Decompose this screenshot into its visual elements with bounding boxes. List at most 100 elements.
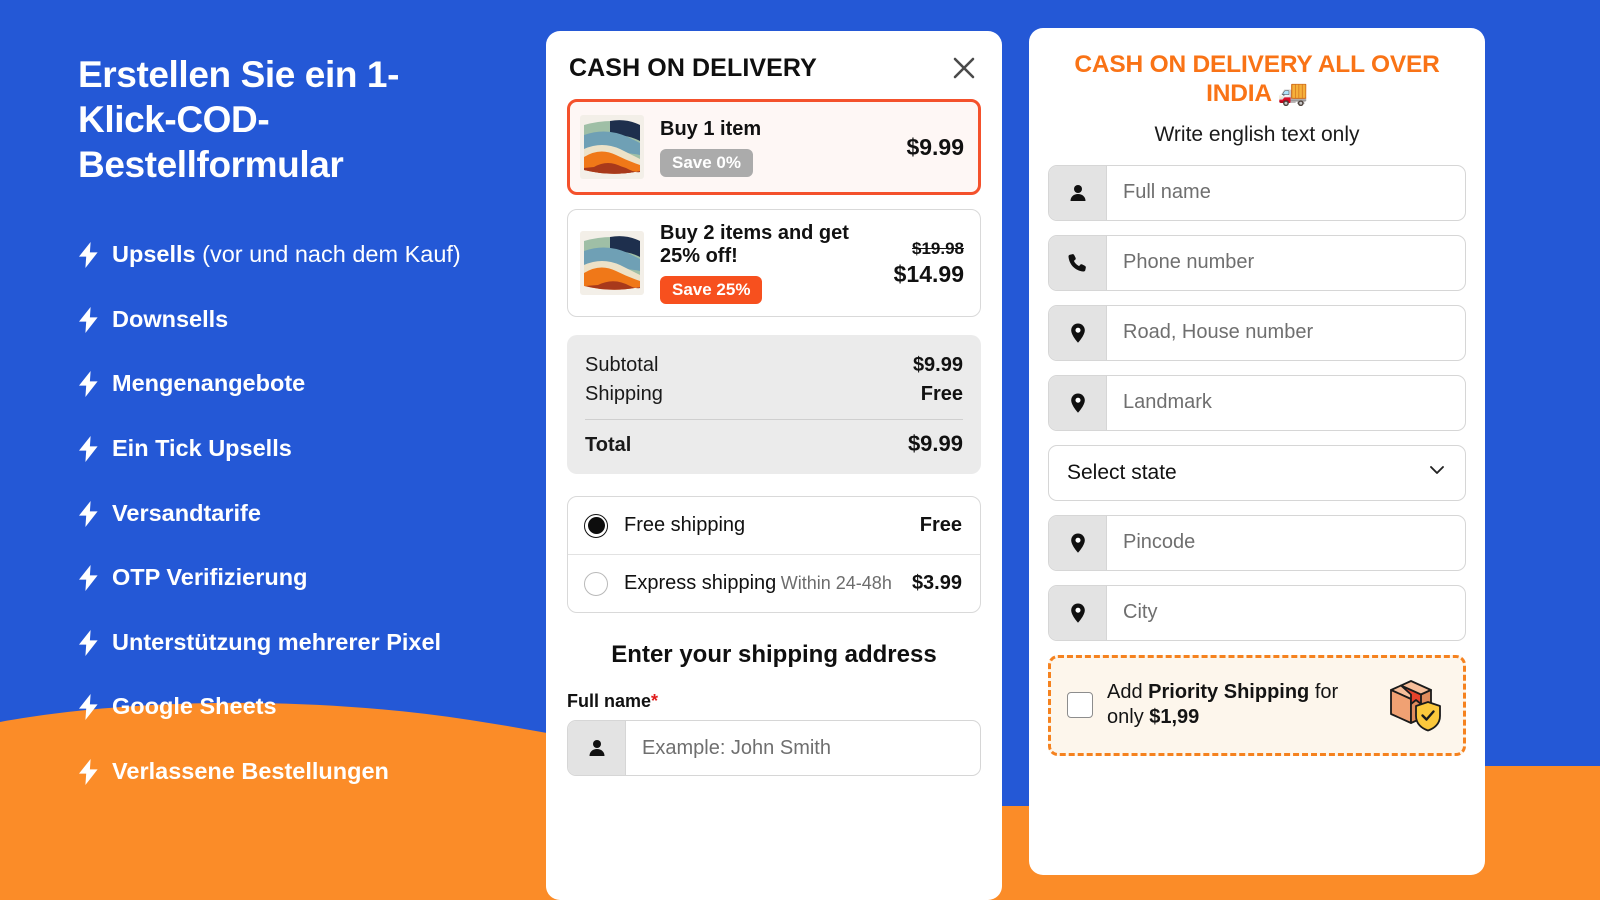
offer-price-block: $19.98 $14.99 [884,239,964,288]
feature-text: Versandtarife [112,498,261,529]
text-input[interactable] [1107,305,1465,360]
priority-price: $1,99 [1149,706,1200,729]
product-thumbnail [580,231,644,295]
checkout-title: CASH ON DELIVERY [569,53,817,82]
feature-item: OTP Verifizierung [78,562,490,599]
feature-item: Versandtarife [78,498,490,535]
india-card-subtitle: Write english text only [1154,122,1360,146]
bolt-icon [78,306,99,341]
feature-text: OTP Verifizierung [112,562,307,593]
chevron-down-icon [1427,460,1447,485]
feature-label: Downsells [112,305,229,332]
offer-option-1[interactable]: Buy 1 item Save 0% $9.99 [567,99,981,195]
fullname-input-group[interactable] [567,720,981,776]
feature-item: Verlassene Bestellungen [78,756,490,793]
india-field [1048,584,1466,641]
feature-text: Ein Tick Upsells [112,433,292,464]
feature-label: Mengenangebote [112,370,306,397]
fullname-label: Full name* [567,691,981,712]
text-input[interactable] [1107,515,1465,570]
input-group[interactable] [1048,584,1466,641]
state-select-value: Select state [1067,460,1177,484]
feature-item: Mengenangebote [78,368,490,405]
india-field [1048,374,1466,431]
priority-strong: Priority Shipping [1148,680,1310,703]
page-stage: Erstellen Sie ein 1-Klick-COD-Bestellfor… [0,0,1600,900]
bolt-icon [78,242,99,276]
feature-label: Unterstützung mehrerer Pixel [112,628,442,655]
summary-row-shipping: Shipping Free [585,380,963,409]
bolt-icon [78,694,99,728]
fullname-input[interactable] [626,721,980,775]
feature-label: Verlassene Bestellungen [112,757,389,784]
feature-label: Versandtarife [112,499,261,526]
shipping-option-price: $3.99 [911,572,962,594]
required-asterisk: * [651,691,659,711]
feature-item: Downsells [78,304,490,341]
offer-save-badge: Save 0% [660,148,753,177]
offer-original-price: $19.98 [912,238,964,258]
shipping-method-group: Free shipping Free Express shipping With… [567,496,981,613]
state-select-field: Select state [1048,444,1466,501]
person-icon [568,721,626,775]
shipping-option-price: Free [919,514,962,536]
feature-item: Ein Tick Upsells [78,433,490,470]
india-field [1048,234,1466,291]
input-group[interactable] [1048,374,1466,431]
bolt-icon [78,565,99,599]
fullname-label-text: Full name [567,691,652,711]
location-pin-icon [1049,515,1107,570]
radio-express-shipping[interactable] [584,571,608,596]
location-pin-icon [1049,585,1107,640]
radio-free-shipping[interactable] [584,513,608,538]
text-input[interactable] [1107,235,1465,290]
phone-icon [1049,235,1107,290]
india-card-title: CASH ON DELIVERY ALL OVER INDIA 🚚 [1074,51,1440,108]
bolt-icon [78,371,99,405]
location-pin-icon [1049,375,1107,430]
close-icon[interactable] [949,53,979,83]
package-shield-icon [1383,674,1445,737]
feature-item: Upsells (vor und nach dem Kauf) [78,239,490,276]
location-pin-icon [1049,305,1107,360]
feature-item: Unterstützung mehrerer Pixel [78,627,490,664]
offer-price: $9.99 [906,133,964,160]
summary-row-subtotal: Subtotal $9.99 [585,351,963,380]
priority-shipping-box[interactable]: Add Priority Shipping for only $1,99 [1048,654,1466,756]
priority-prefix: Add [1107,680,1149,703]
person-icon [1049,165,1107,220]
subtotal-value: $9.99 [912,354,963,376]
feature-text: Unterstützung mehrerer Pixel [112,627,441,658]
feature-text: Verlassene Bestellungen [112,756,389,787]
text-input[interactable] [1107,375,1465,430]
offer-body: Buy 1 item Save 0% [660,118,896,177]
feature-text: Mengenangebote [112,368,305,399]
priority-shipping-label: Add Priority Shipping for only $1,99 [1107,680,1369,731]
india-fields-bottom [1048,514,1466,641]
feature-text: Google Sheets [112,691,277,722]
total-label: Total [585,434,632,456]
input-group[interactable] [1048,304,1466,361]
feature-text: Upsells (vor und nach dem Kauf) [112,239,461,270]
input-group[interactable] [1048,234,1466,291]
state-select[interactable]: Select state [1048,444,1466,501]
feature-item: Google Sheets [78,691,490,728]
priority-shipping-checkbox[interactable] [1067,692,1093,719]
shipping-address-heading: Enter your shipping address [611,641,937,668]
offer-option-2[interactable]: Buy 2 items and get 25% off! Save 25% $1… [567,209,981,317]
text-input[interactable] [1107,165,1465,220]
india-field [1048,164,1466,221]
shipping-option-express[interactable]: Express shipping Within 24-48h $3.99 [568,554,980,612]
shipping-value: Free [920,383,963,405]
input-group[interactable] [1048,164,1466,221]
input-group[interactable] [1048,514,1466,571]
text-input[interactable] [1107,585,1465,640]
feature-label: Google Sheets [112,693,277,720]
shipping-option-name: Express shipping [624,572,777,594]
bolt-icon [78,436,99,470]
subtotal-label: Subtotal [585,354,659,376]
feature-label: Upsells [112,241,196,268]
shipping-option-free[interactable]: Free shipping Free [568,497,980,554]
offer-save-badge: Save 25% [660,276,763,304]
shipping-option-name: Free shipping [624,514,746,536]
